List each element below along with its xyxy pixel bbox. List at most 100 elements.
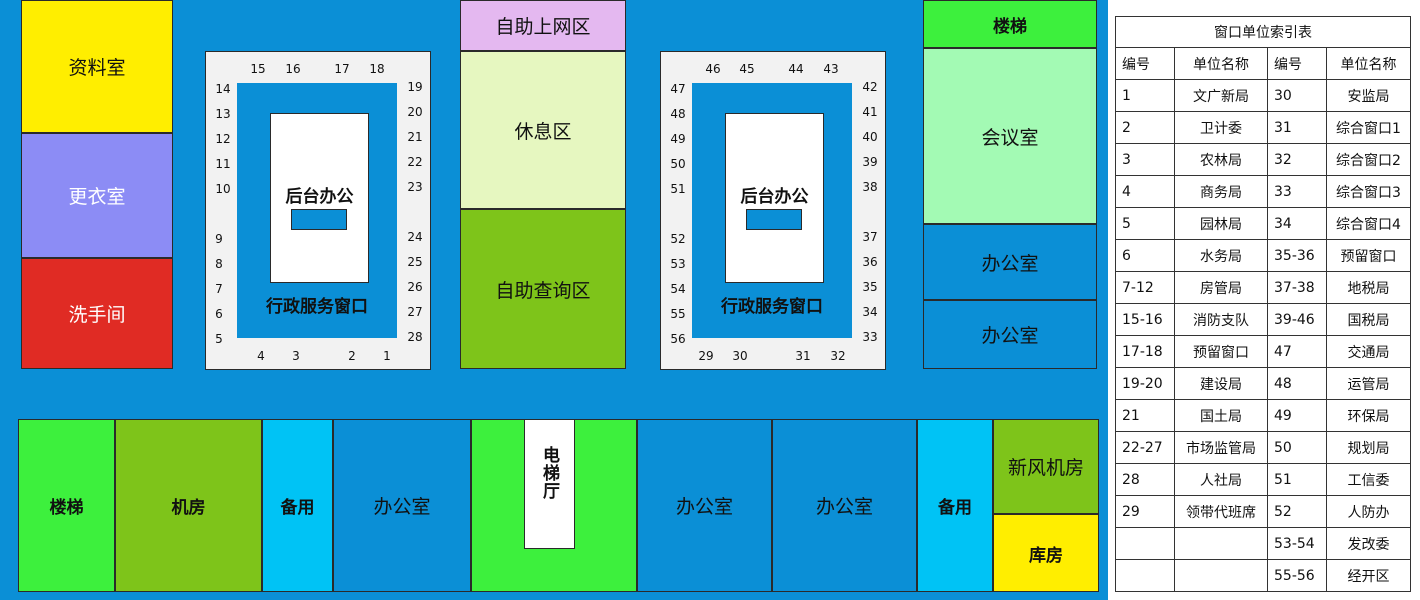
- machine-room: 机房: [115, 419, 262, 592]
- table-row: 19-20 建设局 48 运管局: [1115, 367, 1411, 400]
- table-cell: 15-16: [1115, 303, 1175, 336]
- self-internet-area-label: 自助上网区: [495, 16, 591, 38]
- window-number: 5: [215, 332, 223, 346]
- window-number: 20: [407, 105, 423, 119]
- window-number: 3: [292, 349, 300, 363]
- table-row: 28 人社局 51 工信委: [1115, 463, 1411, 496]
- table-cell: 商务局: [1174, 175, 1268, 208]
- table-cell: 水务局: [1174, 239, 1268, 272]
- self-query-area: 自助查询区: [460, 209, 626, 369]
- window-number: 40: [862, 130, 878, 144]
- table-cell: 2: [1115, 111, 1175, 144]
- restroom-label: 洗手间: [68, 304, 126, 326]
- table-cell: 建设局: [1174, 367, 1268, 400]
- window-number: 4: [257, 349, 265, 363]
- fresh-air-room-label: 新风机房: [1007, 457, 1084, 479]
- window-number: 34: [862, 305, 878, 319]
- table-cell: 28: [1115, 463, 1175, 496]
- table-cell: [1174, 559, 1268, 592]
- table-cell: 文广新局: [1174, 79, 1268, 112]
- window-number: 53: [670, 257, 686, 271]
- table-cell: 35-36: [1267, 239, 1327, 272]
- stairs-bottom-left: 楼梯: [18, 419, 115, 592]
- window-number: 19: [407, 80, 423, 94]
- table-cell: 园林局: [1174, 207, 1268, 240]
- index-table: 窗口单位索引表 编号 单位名称 编号 单位名称 1 文广新局 30 安监局 2 卫计委 31…: [1115, 16, 1411, 592]
- table-cell: 发改委: [1326, 527, 1411, 560]
- table-cell: 环保局: [1326, 399, 1411, 432]
- window-number: 49: [670, 132, 686, 146]
- meeting-room-label: 会议室: [981, 126, 1039, 149]
- stairs-bottom-left-label: 楼梯: [49, 498, 84, 518]
- window-number: 8: [215, 257, 223, 271]
- table-row: 22-27 市场监管局 50 规划局: [1115, 431, 1411, 464]
- index-table-header: 编号 单位名称 编号 单位名称: [1115, 47, 1411, 80]
- window-number: 17: [334, 62, 350, 76]
- window-number: 7: [215, 282, 223, 296]
- table-row: 15-16 消防支队 39-46 国税局: [1115, 303, 1411, 336]
- window-number: 27: [407, 305, 423, 319]
- table-row: 53-54 发改委: [1115, 527, 1411, 560]
- self-internet-area: 自助上网区: [460, 0, 626, 51]
- office-bottom-1-label: 办公室: [373, 496, 431, 518]
- spare-room-1-label: 备用: [280, 498, 315, 518]
- back-office-left-label: 后台办公: [285, 187, 354, 207]
- window-number: 21: [407, 130, 423, 144]
- table-cell: 市场监管局: [1174, 431, 1268, 464]
- back-office-right-label: 后台办公: [740, 187, 809, 207]
- table-cell: 经开区: [1326, 559, 1411, 592]
- table-cell: 消防支队: [1174, 303, 1268, 336]
- table-cell: 17-18: [1115, 335, 1175, 368]
- header-cell: 编号: [1267, 47, 1327, 80]
- index-table-title: 窗口单位索引表: [1115, 16, 1411, 48]
- table-cell: 6: [1115, 239, 1175, 272]
- table-row: 4 商务局 33 综合窗口3: [1115, 175, 1411, 208]
- window-number: 52: [670, 232, 686, 246]
- window-number: 1: [383, 349, 391, 363]
- table-row: 6 水务局 35-36 预留窗口: [1115, 239, 1411, 272]
- index-table-body: 1 文广新局 30 安监局 2 卫计委 31 综合窗口1 3 农林局 32 综合窗口2 4 商务局 33 综合…: [1115, 79, 1411, 592]
- service-window-right-label: 行政服务窗口: [721, 297, 823, 317]
- window-number: 12: [215, 132, 231, 146]
- window-number: 32: [830, 349, 846, 363]
- table-row: 1 文广新局 30 安监局: [1115, 79, 1411, 112]
- table-cell: 人社局: [1174, 463, 1268, 496]
- rest-area-label: 休息区: [514, 120, 572, 143]
- table-cell: 29: [1115, 495, 1175, 528]
- window-number: 44: [788, 62, 804, 76]
- office-right-2-label: 办公室: [981, 325, 1039, 347]
- window-number: 35: [862, 280, 878, 294]
- table-cell: 4: [1115, 175, 1175, 208]
- table-cell: 34: [1267, 207, 1327, 240]
- table-cell: 规划局: [1326, 431, 1411, 464]
- table-cell: 51: [1267, 463, 1327, 496]
- archive-room-label: 资料室: [68, 57, 126, 79]
- service-window-left-label: 行政服务窗口: [266, 297, 368, 317]
- table-cell: 领带代班席: [1174, 495, 1268, 528]
- window-number: 51: [670, 182, 686, 196]
- window-number: 54: [670, 282, 686, 296]
- spare-room-1: 备用: [262, 419, 333, 592]
- office-bottom-3: 办公室: [772, 419, 917, 592]
- window-number: 23: [407, 180, 423, 194]
- table-cell: 37-38: [1267, 271, 1327, 304]
- header-cell: 单位名称: [1326, 47, 1411, 80]
- table-cell: 3: [1115, 143, 1175, 176]
- table-cell: [1174, 527, 1268, 560]
- window-number: 29: [698, 349, 714, 363]
- table-row: 17-18 预留窗口 47 交通局: [1115, 335, 1411, 368]
- table-cell: 卫计委: [1174, 111, 1268, 144]
- table-cell: 预留窗口: [1174, 335, 1268, 368]
- meeting-room: 会议室: [923, 48, 1097, 224]
- office-bottom-2-label: 办公室: [675, 496, 733, 518]
- table-cell: 31: [1267, 111, 1327, 144]
- self-query-area-label: 自助查询区: [495, 279, 591, 302]
- table-cell: 30: [1267, 79, 1327, 112]
- office-bottom-2: 办公室: [637, 419, 772, 592]
- window-number: 47: [670, 82, 686, 96]
- spare-room-2: 备用: [917, 419, 993, 592]
- window-number: 25: [407, 255, 423, 269]
- table-cell: 48: [1267, 367, 1327, 400]
- elevator-hall-label: 电梯厅: [539, 446, 559, 500]
- window-number: 43: [823, 62, 839, 76]
